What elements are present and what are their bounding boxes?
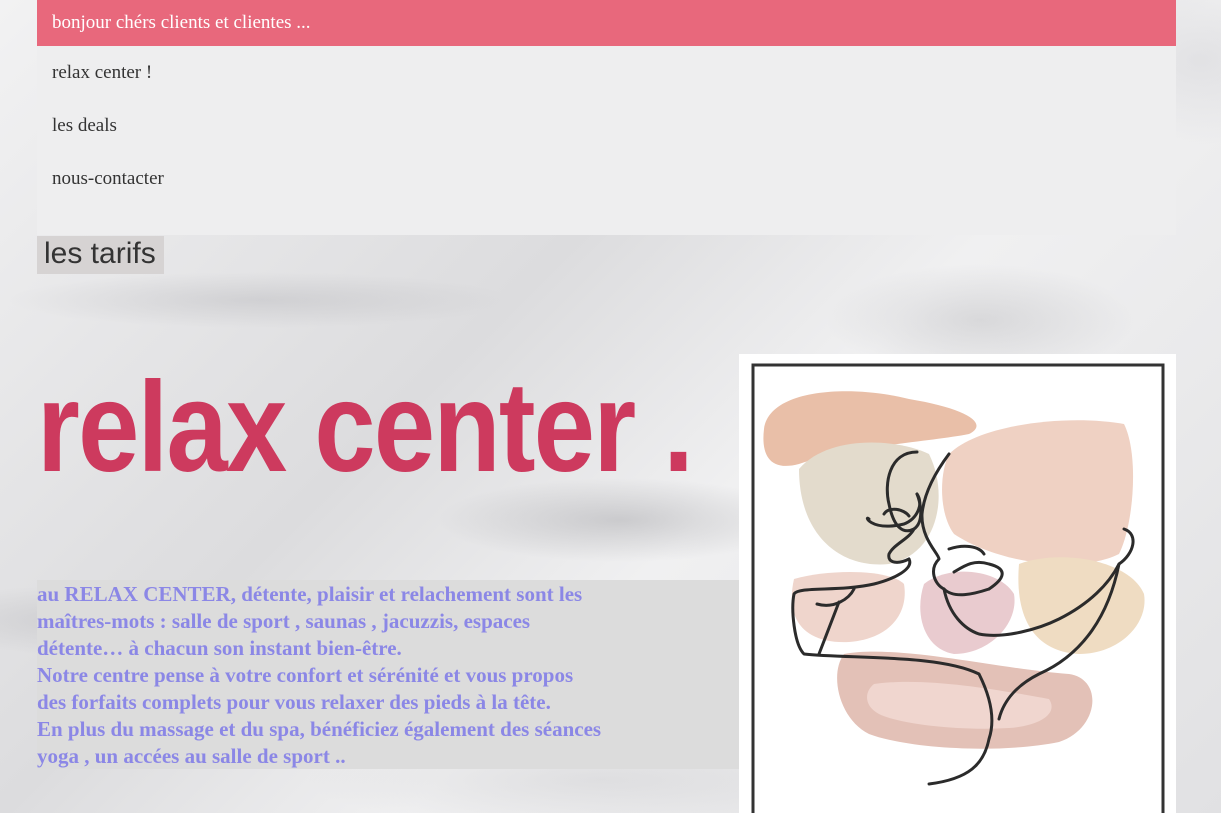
description-line: maîtres-mots : salle de sport , saunas ,… [37,609,531,633]
nav-link-deals[interactable]: les deals [37,103,1176,156]
description-line: yoga , un accées au salle de sport .. [37,744,346,768]
greeting-bar: bonjour chérs clients et clientes ... [37,0,1176,46]
hero-title: relax center . [37,356,694,499]
greeting-text: bonjour chérs clients et clientes ... [52,12,311,33]
line-art-svg [751,363,1165,813]
nav-link-contact[interactable]: nous-contacter [37,156,1176,209]
description-line: En plus du massage et du spa, bénéficiez… [37,717,602,741]
nav-link-relax-center[interactable]: relax center ! [37,50,1176,103]
description-line: détente… à chacun son instant bien-être. [37,636,402,660]
description-block: au RELAX CENTER, détente, plaisir et rel… [37,580,739,769]
description-line: au RELAX CENTER, détente, plaisir et rel… [37,582,583,606]
description-line: Notre centre pense à votre confort et sé… [37,663,574,687]
tarifs-button[interactable]: les tarifs [37,236,164,274]
description-line: des forfaits complets pour vous relaxer … [37,690,551,714]
page-container: bonjour chérs clients et clientes ... re… [37,0,1176,813]
main-nav: relax center ! les deals nous-contacter [37,46,1176,235]
line-art-faces-image [739,354,1176,813]
